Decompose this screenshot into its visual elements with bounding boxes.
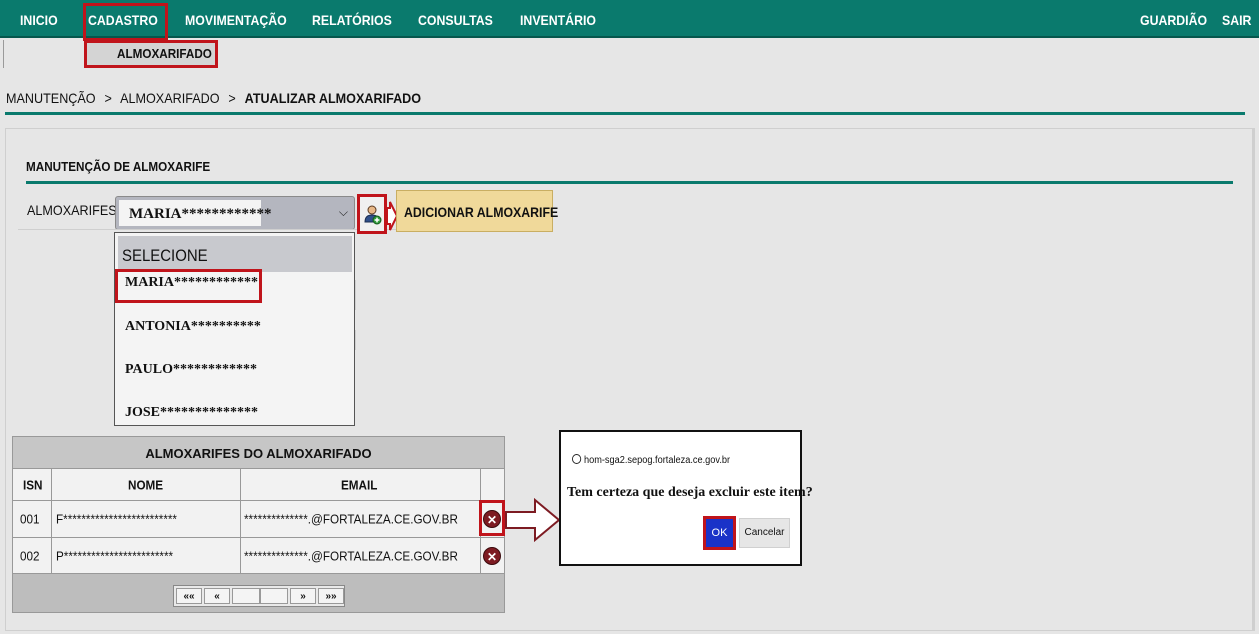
option-antonia[interactable]: ANTONIA**********: [125, 319, 261, 335]
dialog-message: Tem certeza que deseja excluir este item…: [567, 485, 813, 500]
breadcrumb-separator: >: [228, 90, 236, 106]
cell-isn: 002: [13, 538, 52, 573]
header-email: EMAIL: [241, 469, 481, 500]
nav-relatorios[interactable]: RELATÓRIOS: [312, 0, 392, 38]
add-user-icon-button[interactable]: [357, 194, 387, 234]
table-row: 002 P************************ **********…: [13, 538, 504, 574]
nav-movimentacao[interactable]: MOVIMENTAÇÃO: [185, 0, 287, 38]
cell-email: **************.@FORTALEZA.CE.GOV.BR: [241, 538, 481, 573]
cell-nome: P************************: [52, 538, 241, 573]
ok-button[interactable]: OK: [703, 516, 736, 550]
dialog-host-text: hom-sga2.sepog.fortaleza.ce.gov.br: [583, 455, 731, 466]
pager-page[interactable]: [260, 588, 288, 604]
nav-sair[interactable]: SAIR: [1222, 0, 1251, 38]
divider: [5, 112, 1245, 115]
header-nome: NOME: [52, 469, 241, 500]
breadcrumb: MANUTENÇÃO > ALMOXARIFADO > ATUALIZAR AL…: [6, 90, 421, 106]
option-paulo[interactable]: PAULO************: [125, 362, 257, 378]
add-almoxarife-label: ADICIONAR ALMOXARIFE: [404, 204, 559, 220]
cell-nome: F*************************: [52, 501, 241, 537]
breadcrumb-item[interactable]: ALMOXARIFADO: [120, 90, 219, 106]
breadcrumb-current: ATUALIZAR ALMOXARIFADO: [244, 90, 422, 106]
section-title: MANUTENÇÃO DE ALMOXARIFE: [26, 159, 211, 174]
add-almoxarife-button[interactable]: ADICIONAR ALMOXARIFE: [396, 190, 558, 232]
option-jose[interactable]: JOSE**************: [125, 405, 258, 421]
cadastro-highlight: [83, 3, 168, 41]
breadcrumb-item[interactable]: MANUTENÇÃO: [6, 90, 96, 106]
pager-next-button[interactable]: »: [290, 588, 316, 604]
cell-isn: 001: [13, 501, 52, 537]
dialog-host: hom-sga2.sepog.fortaleza.ce.gov.br: [572, 454, 730, 466]
select-value-area: MARIA************: [119, 200, 272, 226]
add-user-icon: [364, 205, 382, 225]
globe-icon: [572, 454, 582, 464]
nav-inicio[interactable]: INICIO: [20, 0, 58, 38]
select-value: MARIA************: [129, 206, 272, 222]
nav-consultas[interactable]: CONSULTAS: [418, 0, 493, 38]
pagination: «« « » »»: [173, 585, 345, 607]
option-label: SELECIONE: [122, 246, 208, 265]
pager-last-button[interactable]: »»: [318, 588, 344, 604]
table-header-row: ISN NOME EMAIL: [13, 469, 504, 501]
cell-email: **************.@FORTALEZA.CE.GOV.BR: [241, 501, 481, 537]
table-row: 001 F************************* *********…: [13, 501, 504, 538]
almoxarifes-table: ALMOXARIFES DO ALMOXARIFADO ISN NOME EMA…: [12, 436, 505, 613]
table-title-text: ALMOXARIFES DO ALMOXARIFADO: [145, 446, 372, 461]
delete-cell: ✕: [481, 538, 504, 573]
almoxarifes-label: ALMOXARIFES:: [27, 202, 121, 218]
pager-prev-button[interactable]: «: [204, 588, 230, 604]
header-isn: ISN: [13, 469, 52, 500]
confirm-dialog: hom-sga2.sepog.fortaleza.ce.gov.br Tem c…: [559, 430, 813, 566]
cancel-button[interactable]: Cancelar: [739, 518, 790, 548]
submenu-label: ALMOXARIFADO: [117, 46, 212, 61]
nav-guardiao[interactable]: GUARDIÃO: [1140, 0, 1207, 38]
pager-first-button[interactable]: ««: [176, 588, 202, 604]
almoxarife-dropdown: SELECIONE MARIA************ ANTONIA*****…: [114, 232, 355, 426]
option-highlight: [115, 269, 262, 303]
divider: [3, 40, 4, 68]
table-title: ALMOXARIFES DO ALMOXARIFADO: [13, 437, 504, 469]
breadcrumb-separator: >: [104, 90, 112, 106]
arrow-icon: [505, 498, 561, 542]
nav-inventario[interactable]: INVENTÁRIO: [520, 0, 596, 38]
divider: [26, 181, 1233, 184]
top-nav: INICIO CADASTRO MOVIMENTAÇÃO RELATÓRIOS …: [0, 0, 1259, 38]
almoxarife-select[interactable]: MARIA************ ⌵: [115, 196, 355, 230]
option-selecione[interactable]: SELECIONE: [118, 236, 352, 272]
delete-highlight: [479, 500, 505, 536]
chevron-down-icon: ⌵: [338, 205, 348, 219]
pager-page[interactable]: [232, 588, 260, 604]
delete-icon[interactable]: ✕: [483, 546, 501, 565]
submenu-almoxarifado[interactable]: ALMOXARIFADO: [84, 40, 218, 68]
